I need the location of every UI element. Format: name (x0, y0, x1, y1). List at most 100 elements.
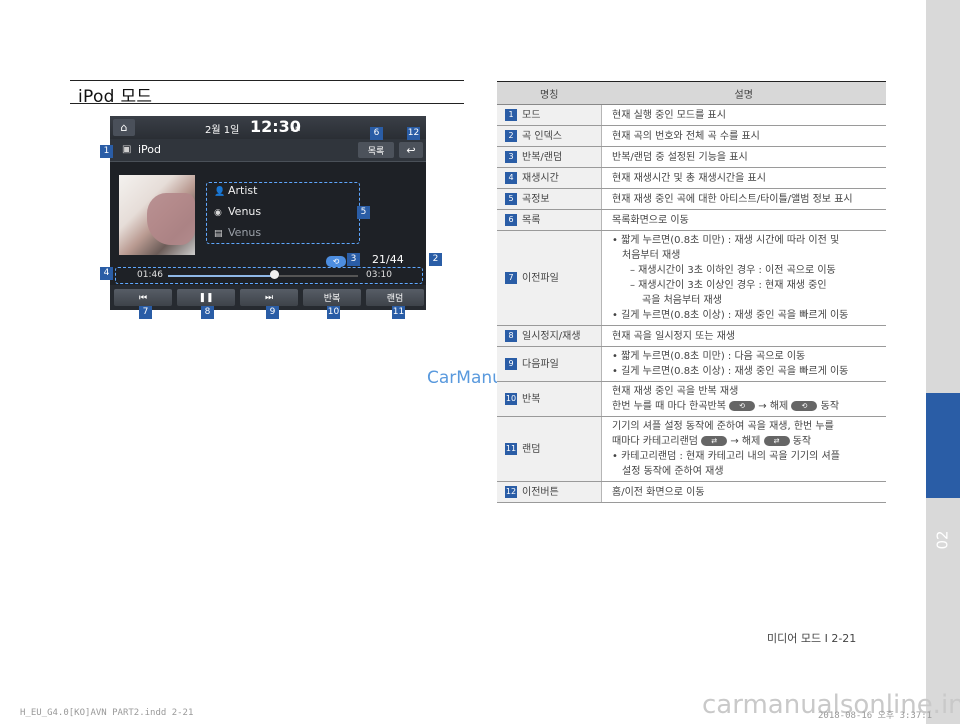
row-number: 6 (505, 213, 517, 226)
return-arrow-icon[interactable]: ↩ (399, 142, 423, 158)
marker-12: 12 (407, 127, 420, 140)
repeat-button[interactable]: 반복 (303, 289, 361, 306)
chapter-active-marker (926, 393, 960, 498)
row-name: 곡정보 (522, 193, 550, 205)
next-icon[interactable]: ⏭ (240, 289, 298, 306)
table-row: 7 이전파일 • 짧게 누르면(0.8초 미만) : 재생 시간에 따라 이전 및… (497, 230, 886, 326)
table-row: 1 모드 현재 실행 중인 모드를 표시 (497, 104, 886, 126)
row-description: 현재 실행 중인 모드를 표시 (601, 104, 886, 126)
album-art (119, 175, 195, 255)
row-description: 기기의 셔플 설정 동작에 준하여 곡을 재생, 한번 누를 때마다 카테고리랜… (601, 416, 886, 482)
elapsed-time: 01:46 (137, 270, 163, 280)
row-number: 5 (505, 192, 517, 205)
row-name: 랜덤 (522, 443, 541, 455)
row-number: 11 (505, 442, 517, 455)
marker-5: 5 (357, 206, 370, 219)
chapter-side-tab: 02 (926, 0, 960, 724)
row-name: 반복/랜덤 (522, 151, 563, 163)
marker-9: 9 (266, 306, 279, 319)
section-rule-bottom (70, 103, 464, 104)
shuffle-category-icon: ⇄ (701, 436, 728, 446)
row-description: • 짧게 누르면(0.8초 미만) : 재생 시간에 따라 이전 및 처음부터 … (601, 230, 886, 326)
marker-2: 2 (429, 253, 442, 266)
repeat-status-icon: ⟲ (326, 256, 346, 267)
marker-7: 7 (139, 306, 152, 319)
print-info-left: H_EU_G4.0[KO]AVN PART2.indd 2-21 (20, 708, 194, 718)
person-icon: 👤 (214, 187, 226, 197)
row-number: 2 (505, 129, 517, 142)
table-row: 5 곡정보 현재 재생 중인 곡에 대한 아티스트/타이틀/앨범 정보 표시 (497, 188, 886, 210)
repeat-one-icon: ⟲ (729, 401, 756, 411)
table-header-row: 명칭 설명 (497, 81, 886, 105)
description-table: 명칭 설명 1 모드 현재 실행 중인 모드를 표시 2 곡 인덱스 현재 곡의 번… (497, 81, 886, 503)
table-row: 6 목록 목록화면으로 이동 (497, 209, 886, 231)
table-row: 10 반복 현재 재생 중인 곡을 반복 재생 한번 누를 때 마다 한곡반복 ⟲… (497, 381, 886, 417)
marker-3: 3 (347, 253, 360, 266)
album-row: ▤ Venus (214, 226, 262, 239)
row-name: 이전파일 (522, 272, 559, 284)
row-description: 현재 재생 중인 곡에 대한 아티스트/타이틀/앨범 정보 표시 (601, 188, 886, 210)
table-row: 12 이전버튼 홈/이전 화면으로 이동 (497, 481, 886, 503)
header-description: 설명 (601, 81, 886, 105)
artist-row: 👤 Artist (214, 184, 258, 197)
print-info-right: 2018-08-16 오후 3:37:1 (818, 711, 933, 721)
row-description: 반복/랜덤 중 설정된 기능을 표시 (601, 146, 886, 168)
row-number: 1 (505, 108, 517, 121)
home-icon[interactable]: ⌂ (113, 119, 135, 136)
row-number: 12 (505, 485, 517, 498)
row-number: 8 (505, 329, 517, 342)
row-name: 모드 (522, 109, 541, 121)
table-row: 3 반복/랜덤 반복/랜덤 중 설정된 기능을 표시 (497, 146, 886, 168)
title-row: ◉ Venus (214, 205, 262, 218)
disc-icon: ◉ (214, 208, 222, 218)
row-number: 7 (505, 271, 517, 284)
ipod-icon: ▣ (122, 144, 132, 155)
marker-10: 10 (327, 306, 340, 319)
table-row: 4 재생시간 현재 재생시간 및 총 재생시간을 표시 (497, 167, 886, 189)
row-name: 목록 (522, 214, 541, 226)
random-button[interactable]: 랜덤 (366, 289, 424, 306)
page-footer: 미디어 모드 I 2-21 (767, 632, 857, 645)
row-description: • 짧게 누르면(0.8초 미만) : 다음 곡으로 이동 • 길게 누르면(0… (601, 346, 886, 382)
album-icon: ▤ (214, 229, 223, 239)
row-description: 목록화면으로 이동 (601, 209, 886, 231)
row-number: 10 (505, 392, 517, 405)
status-ampm: AM (291, 126, 301, 133)
marker-8: 8 (201, 306, 214, 319)
chapter-number: 02 (934, 530, 952, 550)
total-time: 03:10 (366, 270, 392, 280)
status-date: 2월 1일 (205, 125, 240, 136)
marker-6: 6 (370, 127, 383, 140)
row-number: 9 (505, 357, 517, 370)
track-index: 21/44 (372, 253, 404, 266)
row-description: 현재 곡을 일시정지 또는 재생 (601, 325, 886, 347)
row-description: 현재 재생시간 및 총 재생시간을 표시 (601, 167, 886, 189)
row-name: 일시정지/재생 (522, 330, 581, 342)
table-row: 9 다음파일 • 짧게 누르면(0.8초 미만) : 다음 곡으로 이동 • 길게… (497, 346, 886, 382)
row-number: 4 (505, 171, 517, 184)
section-rule-top (70, 80, 464, 81)
row-name: 곡 인덱스 (522, 130, 562, 142)
shuffle-off-icon: ⇄ (763, 436, 790, 446)
pause-icon[interactable]: ❚❚ (177, 289, 235, 306)
row-number: 3 (505, 150, 517, 163)
marker-11: 11 (392, 306, 405, 319)
marker-1: 1 (100, 145, 113, 158)
previous-icon[interactable]: ⏮ (114, 289, 172, 306)
table-row: 8 일시정지/재생 현재 곡을 일시정지 또는 재생 (497, 325, 886, 347)
row-name: 다음파일 (522, 358, 559, 370)
row-description: 현재 재생 중인 곡을 반복 재생 한번 누를 때 마다 한곡반복 ⟲ → 해제… (601, 381, 886, 417)
table-row: 2 곡 인덱스 현재 곡의 번호와 전체 곡 수를 표시 (497, 125, 886, 147)
row-description: 홈/이전 화면으로 이동 (601, 481, 886, 503)
list-button[interactable]: 목록 (358, 142, 394, 158)
row-name: 재생시간 (522, 172, 559, 184)
progress-track[interactable] (168, 275, 358, 277)
row-name: 이전버튼 (522, 486, 559, 498)
repeat-off-icon: ⟲ (791, 401, 818, 411)
source-name: iPod (138, 143, 162, 156)
row-description: 현재 곡의 번호와 전체 곡 수를 표시 (601, 125, 886, 147)
table-row: 11 랜덤 기기의 셔플 설정 동작에 준하여 곡을 재생, 한번 누를 때마다 … (497, 416, 886, 482)
ipod-screen: ⌂ 2월 1일 12:30 AM ▣ iPod 목록 ↩ 👤 Artist ◉ Ve… (110, 116, 426, 310)
marker-4: 4 (100, 267, 113, 280)
row-name: 반복 (522, 393, 541, 405)
